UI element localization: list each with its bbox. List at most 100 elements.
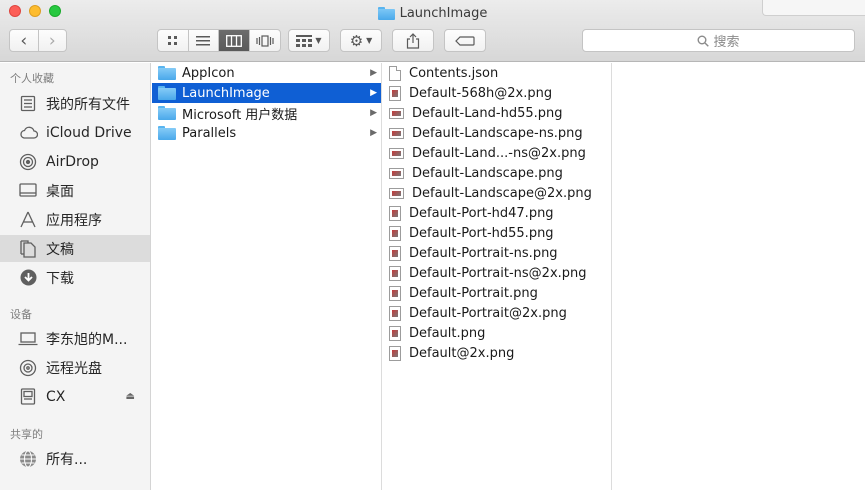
sidebar-item-label: 李东旭的M... [46, 331, 128, 348]
file-name: Default-Landscape@2x.png [412, 185, 592, 201]
file-row[interactable]: Default-Portrait-ns.png [383, 243, 612, 263]
png-file-icon [389, 245, 401, 261]
png-file-icon [389, 265, 401, 281]
sidebar-item-label: CX [46, 388, 66, 405]
file-name: Default-568h@2x.png [409, 85, 553, 101]
icon-view-button[interactable] [158, 30, 189, 51]
file-name: Default-Portrait.png [409, 285, 538, 301]
file-row[interactable]: Contents.json [383, 63, 612, 83]
file-row[interactable]: Default.png [383, 323, 612, 343]
network-icon [18, 450, 38, 468]
file-row[interactable]: Default-Port-hd47.png [383, 203, 612, 223]
file-row[interactable]: Default-568h@2x.png [383, 83, 612, 103]
columns-icon [225, 34, 242, 47]
sidebar-item-airdrop[interactable]: AirDrop [0, 148, 150, 175]
drive-icon [18, 388, 38, 406]
arrange-button[interactable]: ▼ [288, 29, 330, 52]
file-row[interactable]: Default-Landscape@2x.png [383, 183, 612, 203]
sidebar-item-desktop[interactable]: 桌面 [0, 177, 150, 204]
disclosure-arrow-icon: ▶ [370, 128, 377, 138]
sidebar-item-label: 桌面 [46, 183, 74, 200]
folder-name: AppIcon [182, 65, 235, 81]
zoom-window-button[interactable] [49, 5, 61, 17]
forward-button[interactable]: › [39, 30, 67, 51]
file-row[interactable]: Default-Land-hd55.png [383, 103, 612, 123]
cloud-icon [18, 124, 38, 142]
close-window-button[interactable] [9, 5, 21, 17]
folder-icon [158, 66, 176, 80]
back-arrow-icon: ‹ [20, 30, 28, 51]
sidebar-item-documents[interactable]: 文稿 [0, 235, 150, 262]
sidebar-item-icloud-drive[interactable]: iCloud Drive [0, 119, 150, 146]
png-file-icon [389, 85, 401, 101]
sidebar-item-applications[interactable]: 应用程序 [0, 206, 150, 233]
all-files-icon [18, 95, 38, 113]
file-name: Default-Land...-ns@2x.png [412, 145, 586, 161]
documents-icon [18, 239, 38, 258]
gear-icon: ⚙ [349, 31, 364, 50]
applications-icon [18, 211, 38, 229]
search-field[interactable]: 搜索 [582, 29, 855, 52]
sidebar-item-all-files[interactable]: 我的所有文件 [0, 90, 150, 117]
back-button[interactable]: ‹ [10, 30, 39, 51]
png-landscape-file-icon [389, 107, 404, 119]
browser-column-3[interactable] [613, 63, 865, 490]
eject-icon[interactable]: ⏏ [126, 391, 135, 402]
list-lines-icon [196, 35, 211, 45]
column-view-button[interactable] [219, 30, 250, 51]
file-row[interactable]: Default-Landscape-ns.png [383, 123, 612, 143]
folder-row-appicon[interactable]: AppIcon ▶ [152, 63, 381, 83]
png-landscape-file-icon [389, 127, 404, 139]
disclosure-arrow-icon: ▶ [370, 68, 377, 78]
gallery-view-button[interactable] [250, 30, 280, 51]
sidebar-item-label: 应用程序 [46, 212, 102, 229]
sidebar-item-downloads[interactable]: 下载 [0, 264, 150, 291]
folder-row-microsoft-user-data[interactable]: Microsoft 用户数据 ▶ [152, 103, 381, 123]
file-name: Default.png [409, 325, 486, 341]
share-button[interactable] [392, 29, 434, 52]
png-file-icon [389, 305, 401, 321]
folder-row-parallels[interactable]: Parallels ▶ [152, 123, 381, 143]
file-row[interactable]: Default-Land...-ns@2x.png [383, 143, 612, 163]
file-row[interactable]: Default@2x.png [383, 343, 612, 363]
sidebar-item-label: AirDrop [46, 153, 99, 170]
png-file-icon [389, 325, 401, 341]
edit-tags-button[interactable] [444, 29, 486, 52]
window-title-text: LaunchImage [399, 5, 488, 21]
view-mode-control [157, 29, 281, 52]
favorites-heading: 个人收藏 [10, 72, 54, 85]
sidebar-item-mac[interactable]: 李东旭的M... [0, 325, 150, 352]
file-row[interactable]: Default-Portrait-ns@2x.png [383, 263, 612, 283]
file-row[interactable]: Default-Landscape.png [383, 163, 612, 183]
folder-icon [158, 106, 176, 120]
file-name: Default-Port-hd55.png [409, 225, 554, 241]
sidebar-item-cx-drive[interactable]: CX ⏏ [0, 383, 150, 410]
json-file-icon [389, 65, 401, 81]
folder-name: LaunchImage [182, 85, 270, 101]
folder-name: Parallels [182, 125, 237, 141]
folder-icon [158, 126, 176, 140]
sidebar-item-all-shared[interactable]: 所有... [0, 445, 150, 472]
icon-grid-icon [167, 35, 177, 45]
sidebar-item-label: 所有... [46, 451, 88, 468]
file-name: Default@2x.png [409, 345, 515, 361]
folder-row-launchimage[interactable]: LaunchImage ▶ [152, 83, 381, 103]
file-name: Default-Portrait-ns.png [409, 245, 558, 261]
action-button[interactable]: ⚙ ▼ [340, 29, 382, 52]
browser-column-1: AppIcon ▶ LaunchImage ▶ Microsoft 用户数据 ▶… [152, 63, 382, 490]
laptop-icon [18, 330, 38, 348]
share-icon [406, 32, 420, 49]
file-row[interactable]: Default-Portrait@2x.png [383, 303, 612, 323]
devices-heading: 设备 [10, 308, 32, 321]
png-file-icon [389, 345, 401, 361]
file-row[interactable]: Default-Port-hd55.png [383, 223, 612, 243]
folder-icon [158, 86, 176, 100]
file-row[interactable]: Default-Portrait.png [383, 283, 612, 303]
minimize-window-button[interactable] [29, 5, 41, 17]
sidebar-item-remote-disc[interactable]: 远程光盘 [0, 354, 150, 381]
file-name: Contents.json [409, 65, 499, 81]
window-controls [9, 5, 61, 17]
list-view-button[interactable] [189, 30, 219, 51]
chevron-down-icon: ▼ [315, 36, 322, 45]
png-file-icon [389, 205, 401, 221]
